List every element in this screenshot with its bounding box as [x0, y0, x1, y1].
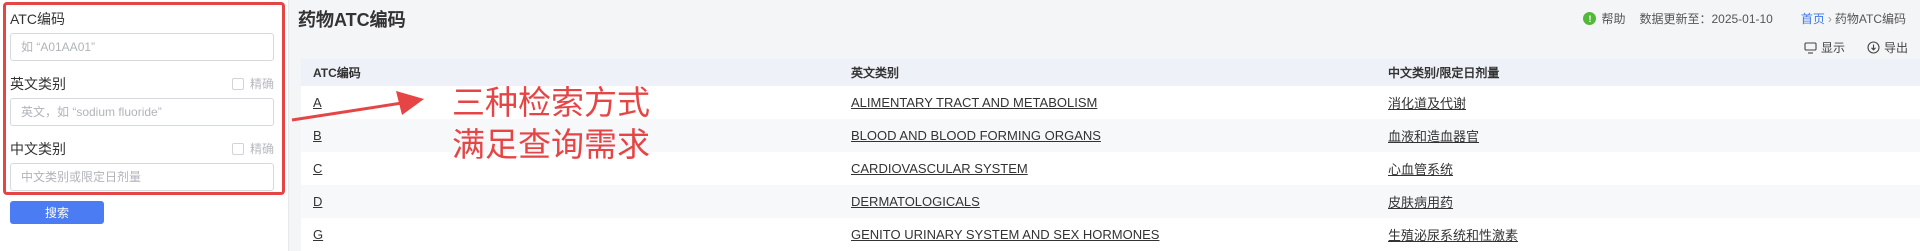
english-exact-checkbox[interactable] — [231, 77, 244, 90]
atc-code-label: ATC编码 — [10, 11, 65, 27]
chinese-category-label: 中文类别 — [10, 141, 66, 157]
chinese-category-link[interactable]: 消化道及代谢 — [1388, 96, 1466, 111]
english-category-link[interactable]: ALIMENTARY TRACT AND METABOLISM — [851, 95, 1097, 110]
table-row: G GENITO URINARY SYSTEM AND SEX HORMONES… — [301, 218, 1920, 251]
help-icon[interactable]: ! — [1583, 12, 1597, 25]
help-link[interactable]: 帮助 — [1601, 10, 1625, 27]
table-toolbar: 显示 导出 — [1804, 39, 1908, 56]
chinese-category-link[interactable]: 心血管系统 — [1388, 162, 1453, 177]
column-header-atc-code[interactable]: ATC编码 — [301, 64, 839, 81]
chinese-exact-label: 精确 — [249, 142, 274, 156]
annotation-text: 三种检索方式 满足查询需求 — [452, 82, 650, 166]
breadcrumb-current: 药物ATC编码 — [1834, 12, 1906, 26]
export-label: 导出 — [1883, 41, 1908, 55]
atc-code-link[interactable]: B — [313, 128, 322, 143]
atc-code-input[interactable] — [10, 33, 274, 61]
update-info: 数据更新至：2025-01-10 — [1639, 12, 1773, 26]
display-button[interactable]: 显示 — [1804, 39, 1845, 56]
english-category-link[interactable]: GENITO URINARY SYSTEM AND SEX HORMONES — [851, 227, 1159, 242]
table-row: D DERMATOLOGICALS 皮肤病用药 — [301, 185, 1920, 218]
breadcrumb-home[interactable]: 首页 — [1801, 10, 1825, 27]
breadcrumb-separator-icon: › — [1827, 11, 1832, 26]
english-category-input[interactable] — [10, 98, 274, 126]
display-label: 显示 — [1820, 41, 1845, 55]
english-category-label: 英文类别 — [10, 76, 66, 92]
monitor-icon — [1804, 41, 1817, 54]
annotation-line-1: 三种检索方式 — [452, 83, 650, 122]
atc-code-link[interactable]: C — [313, 161, 322, 176]
search-button[interactable]: 搜索 — [10, 201, 104, 224]
english-category-link[interactable]: DERMATOLOGICALS — [851, 194, 980, 209]
page-title: 药物ATC编码 — [298, 10, 406, 30]
annotation-line-2: 满足查询需求 — [452, 125, 650, 164]
chinese-exact-option[interactable]: 精确 — [231, 140, 274, 157]
chinese-exact-checkbox[interactable] — [231, 142, 244, 155]
column-header-chinese-category[interactable]: 中文类别/限定日剂量 — [1376, 64, 1920, 81]
atc-code-link[interactable]: G — [313, 227, 323, 242]
annotation-arrow-icon — [291, 91, 424, 122]
chinese-category-link[interactable]: 生殖泌尿系统和性激素 — [1388, 228, 1518, 243]
english-category-link[interactable]: BLOOD AND BLOOD FORMING ORGANS — [851, 128, 1101, 143]
english-category-link[interactable]: CARDIOVASCULAR SYSTEM — [851, 161, 1028, 176]
chinese-category-input[interactable] — [10, 163, 274, 191]
english-exact-label: 精确 — [249, 77, 274, 91]
download-icon — [1867, 41, 1880, 54]
chinese-category-link[interactable]: 皮肤病用药 — [1388, 195, 1453, 210]
header-info: ! 帮助 数据更新至：2025-01-10 首页 › 药物ATC编码 — [1583, 10, 1906, 27]
english-exact-option[interactable]: 精确 — [231, 75, 274, 92]
export-button[interactable]: 导出 — [1867, 39, 1908, 56]
atc-code-link[interactable]: D — [313, 194, 322, 209]
chinese-category-link[interactable]: 血液和造血器官 — [1388, 129, 1479, 144]
column-header-english-category[interactable]: 英文类别 — [839, 64, 1376, 81]
search-panel: ATC编码 英文类别 精确 中文类别 精确 搜索 — [0, 0, 288, 251]
